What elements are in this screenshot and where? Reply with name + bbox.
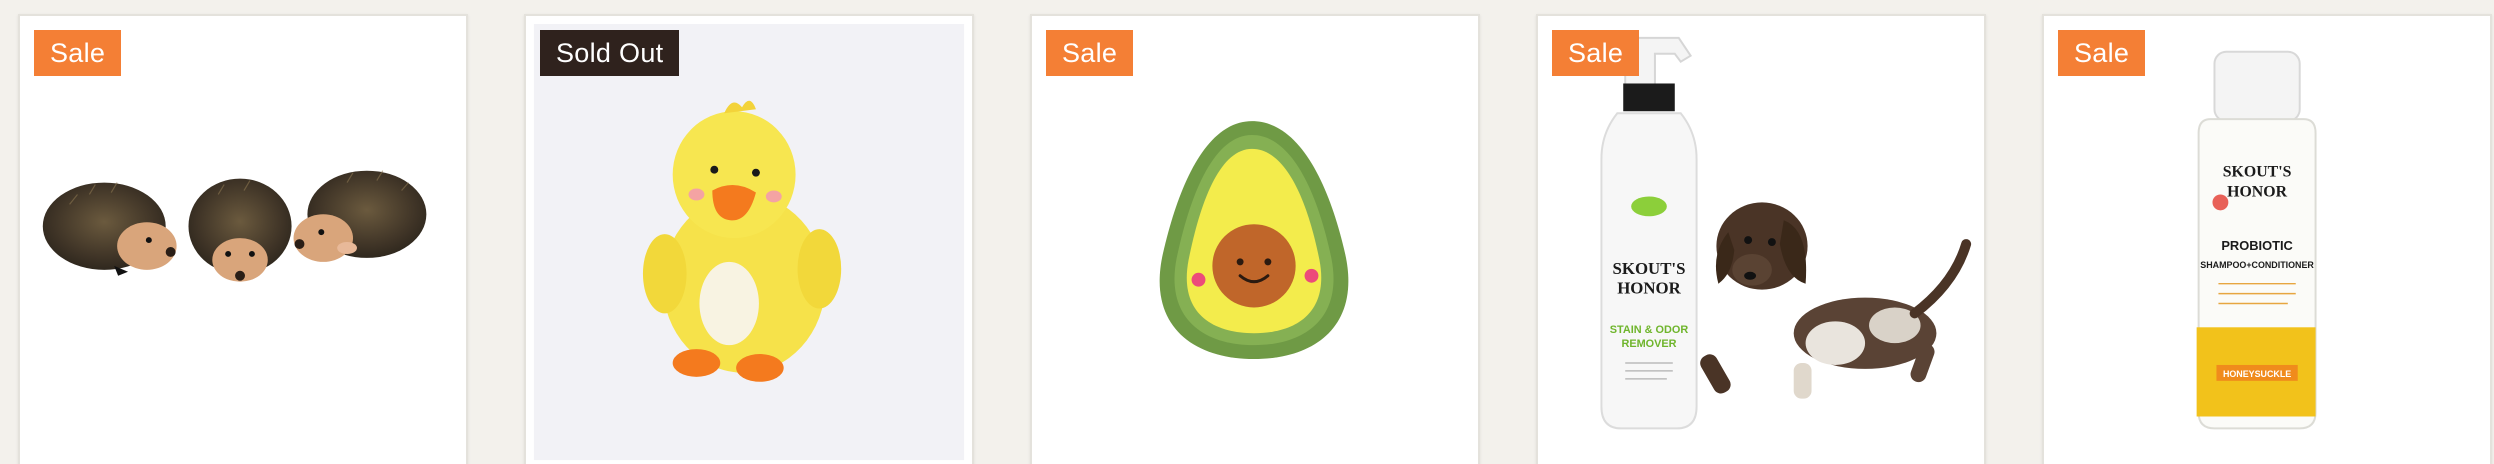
product-card-avocado[interactable]: Sale xyxy=(1030,14,1480,464)
bottle-brand-line1: SKOUT'S xyxy=(1613,259,1686,278)
sale-badge: Sale xyxy=(34,30,122,76)
avocado-plush-toy-icon xyxy=(1159,121,1349,360)
bottle-brand-line2: HONOR xyxy=(2227,183,2287,200)
product-card-duck[interactable]: Sold Out xyxy=(524,14,974,464)
stain-odor-remover-and-puppy-icon: SKOUT'S HONOR STAIN & ODOR REMOVER xyxy=(1600,36,1972,430)
product-card-hedgehogs[interactable]: Sale xyxy=(18,14,468,464)
bottle-scent: HONEYSUCKLE xyxy=(2223,369,2291,379)
sale-badge: Sale xyxy=(1552,30,1640,76)
probiotic-shampoo-bottle-icon: SKOUT'S HONOR PROBIOTIC SHAMPOO+CONDITIO… xyxy=(2196,50,2317,430)
yellow-duck-plush-icon xyxy=(533,24,965,461)
product-card-stain-odor-remover[interactable]: SKOUT'S HONOR STAIN & ODOR REMOVER Sale xyxy=(1536,14,1986,464)
sale-badge: Sale xyxy=(2058,30,2146,76)
sold-out-badge: Sold Out xyxy=(540,30,680,76)
bottle-product-line1: STAIN & ODOR xyxy=(1610,324,1689,336)
hedgehog-plush-toys-icon xyxy=(42,170,427,282)
product-card-probiotic-shampoo[interactable]: Sale SKOUT'S HONOR PROBIOTIC SHAMPOO+CON… xyxy=(2042,14,2492,464)
bottle-product-line2: SHAMPOO+CONDITIONER xyxy=(2200,260,2314,270)
bottle-brand-line2: HONOR xyxy=(1617,279,1681,298)
bottle-product-line1: PROBIOTIC xyxy=(2221,238,2293,253)
product-grid: Sale Sold Out Sale SKOUT'S HONOR STAIN &… xyxy=(0,0,2494,464)
bottle-brand-line1: SKOUT'S xyxy=(2223,164,2292,181)
bottle-product-line2: REMOVER xyxy=(1621,338,1676,350)
sale-badge: Sale xyxy=(1046,30,1134,76)
